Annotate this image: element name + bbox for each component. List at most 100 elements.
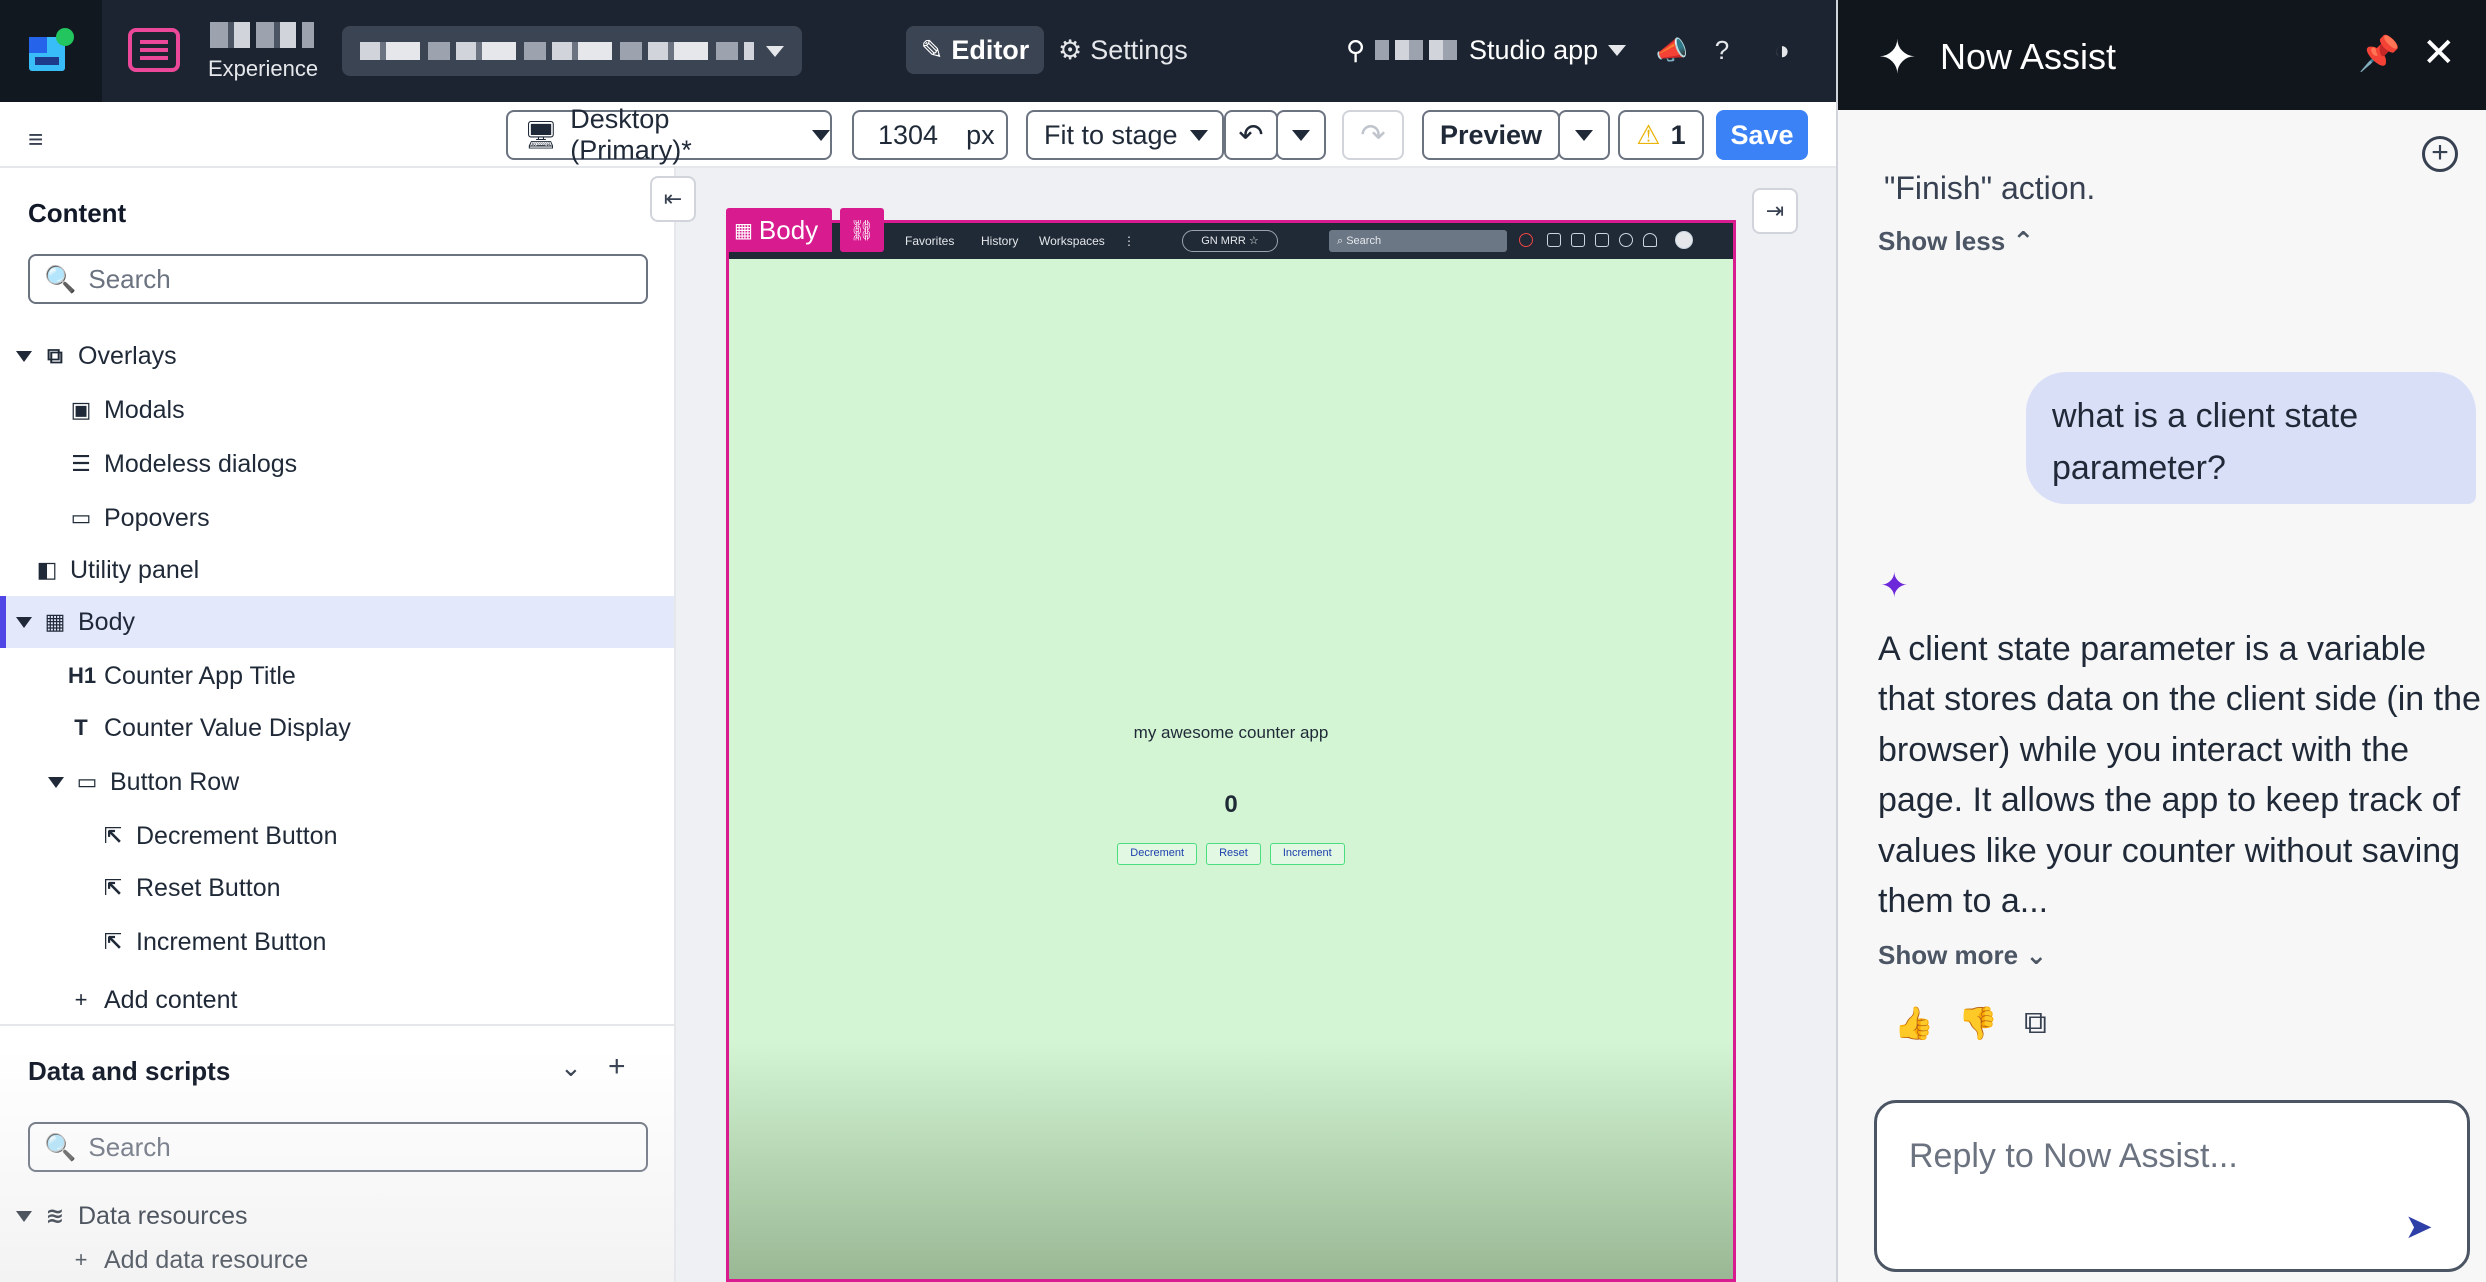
megaphone-icon[interactable]: 📣	[1656, 34, 1688, 66]
thumbs-up-icon[interactable]: 👍	[1894, 1004, 1934, 1042]
preview-button[interactable]: Preview	[1422, 110, 1560, 160]
body-selection-tag[interactable]: ▦ Body	[726, 208, 832, 252]
pin-icon[interactable]: 📌	[2358, 34, 2400, 74]
tree-item-increment-button[interactable]: ⇱ Increment Button	[0, 916, 674, 968]
content-search-input[interactable]: 🔍 Search	[28, 254, 648, 304]
preview-globe-icon[interactable]	[1519, 233, 1533, 247]
select-parent-icon[interactable]: ⛓	[840, 208, 884, 252]
app-picker-dropdown[interactable]	[342, 26, 802, 76]
preview-nav-more-icon[interactable]: ⋮	[1123, 234, 1135, 248]
popover-icon: ▭	[70, 505, 92, 530]
tree-item-label: Utility panel	[70, 555, 200, 584]
tree-item-utility-panel[interactable]: ◧ Utility panel	[0, 544, 674, 596]
tree-item-label: Overlays	[78, 341, 177, 370]
chevron-down-icon[interactable]: ⌄	[560, 1052, 582, 1083]
tab-editor[interactable]: ✎ Editor	[906, 26, 1044, 74]
show-more-link[interactable]: Show more ⌄	[1878, 940, 2047, 971]
tree-item-modals[interactable]: ▣ Modals	[0, 384, 674, 436]
copy-icon[interactable]: ⧉	[2024, 1004, 2047, 1042]
save-button[interactable]: Save	[1716, 110, 1808, 160]
tree-item-modeless-dialogs[interactable]: ☰ Modeless dialogs	[0, 438, 674, 490]
content-panel: Content 🔍 Search ⧉ Overlays ▣ Modals ☰ M…	[0, 168, 676, 1282]
preview-nav-favorites[interactable]: Favorites	[905, 234, 954, 248]
page-preview[interactable]: Favorites History Workspaces ⋮ GN MRR ☆ …	[726, 220, 1736, 1282]
warning-icon: ⚠	[1636, 119, 1661, 150]
preview-avatar[interactable]	[1675, 231, 1693, 249]
studio-app-dropdown[interactable]: ⚲ Studio app	[1346, 26, 1627, 74]
app-logo[interactable]	[0, 0, 102, 102]
tree-item-label: Popovers	[104, 503, 210, 532]
tree-item-overlays[interactable]: ⧉ Overlays	[0, 330, 674, 382]
top-header: Experience ✎ Editor ⚙ Settings ⚲ Studio …	[0, 0, 1836, 102]
collapse-left-panel-icon[interactable]: ⇤	[650, 176, 696, 222]
tree-item-button-row[interactable]: ▭ Button Row	[0, 756, 674, 808]
tree-item-label: Increment Button	[136, 927, 327, 956]
tree-item-popovers[interactable]: ▭ Popovers	[0, 492, 674, 544]
menu-icon[interactable]: ≡	[28, 124, 43, 155]
preview-nav-chip[interactable]: GN MRR ☆	[1182, 230, 1278, 252]
decrement-button[interactable]: Decrement	[1117, 843, 1198, 865]
device-select[interactable]: 🖥 Desktop (Primary)*	[506, 104, 832, 165]
add-icon[interactable]: +	[608, 1050, 626, 1084]
warnings-button[interactable]: ⚠ 1	[1618, 110, 1704, 160]
body-layout-icon: ▦	[734, 219, 753, 242]
tab-settings[interactable]: ⚙ Settings	[1058, 26, 1188, 74]
thumbs-down-icon[interactable]: 👎	[1958, 1004, 1998, 1042]
new-chat-icon[interactable]: +	[2422, 136, 2458, 172]
add-data-resource-button[interactable]: + Add data resource	[0, 1238, 674, 1282]
tree-item-body[interactable]: ▦ Body	[0, 596, 674, 648]
preview-list-icon[interactable]	[1595, 233, 1609, 247]
add-content-button[interactable]: + Add content	[0, 974, 674, 1026]
undo-history-button[interactable]	[1276, 110, 1326, 160]
preview-star-icon[interactable]	[1547, 233, 1561, 247]
increment-button[interactable]: Increment	[1269, 843, 1345, 865]
preview-search-label: Search	[1346, 235, 1382, 247]
help-icon[interactable]: ?	[1706, 34, 1738, 66]
tree-item-label: Decrement Button	[136, 821, 338, 850]
tab-settings-label: Settings	[1090, 34, 1188, 65]
database-icon: ≋	[45, 1203, 65, 1228]
close-icon[interactable]: ✕	[2422, 30, 2456, 76]
save-label: Save	[1730, 119, 1794, 150]
counter-app-title[interactable]: my awesome counter app	[729, 723, 1733, 743]
plus-icon: +	[74, 987, 88, 1012]
tree-item-decrement-button[interactable]: ⇱ Decrement Button	[0, 810, 674, 862]
preview-nav-history[interactable]: History	[981, 234, 1018, 248]
preview-chat-icon[interactable]	[1571, 233, 1585, 247]
reply-input[interactable]: Reply to Now Assist... ➤	[1874, 1100, 2470, 1272]
tree-item-counter-value-display[interactable]: T Counter Value Display	[0, 702, 674, 754]
preview-help-icon[interactable]	[1619, 233, 1633, 247]
tree-item-label: Modals	[104, 395, 185, 424]
counter-value-display[interactable]: 0	[729, 791, 1733, 819]
send-icon[interactable]: ➤	[2405, 1207, 2434, 1247]
width-input[interactable]: 1304 px	[852, 110, 1008, 160]
show-less-link[interactable]: Show less ⌃	[1878, 226, 2034, 257]
tree-item-counter-app-title[interactable]: H1 Counter App Title	[0, 650, 674, 702]
show-less-label: Show less	[1878, 226, 2006, 256]
zoom-select[interactable]: Fit to stage	[1026, 110, 1224, 160]
expand-triangle-icon	[16, 350, 32, 362]
redo-button[interactable]: ↷	[1342, 110, 1404, 160]
text-icon: T	[74, 715, 88, 740]
experience-label: Experience	[208, 56, 319, 81]
data-search-input[interactable]: 🔍 Search	[28, 1122, 648, 1172]
tree-item-label: Modeless dialogs	[104, 449, 298, 478]
preview-options-button[interactable]	[1558, 110, 1610, 160]
preview-nav-workspaces[interactable]: Workspaces	[1039, 234, 1105, 248]
width-value: 1304	[878, 119, 939, 150]
undo-button[interactable]: ↶	[1224, 110, 1278, 160]
modeless-dialog-icon: ☰	[71, 451, 91, 476]
tree-item-data-resources[interactable]: ≋ Data resources	[0, 1190, 674, 1242]
data-search-placeholder: Search	[88, 1131, 171, 1162]
tree-item-reset-button[interactable]: ⇱ Reset Button	[0, 862, 674, 914]
preview-search-input[interactable]: ⌕ Search	[1329, 230, 1507, 252]
contrast-icon[interactable]: ◑	[1766, 34, 1798, 66]
collapse-right-panel-icon[interactable]: ⇥	[1752, 188, 1798, 234]
preview-bell-icon[interactable]	[1643, 233, 1657, 247]
button-icon: ⇱	[103, 929, 123, 954]
reset-button[interactable]: Reset	[1206, 843, 1261, 865]
plus-icon: +	[74, 1247, 88, 1272]
chevron-down-icon	[812, 129, 830, 141]
chevron-down-icon	[1608, 44, 1627, 56]
tree-item-label: Counter Value Display	[104, 713, 351, 742]
